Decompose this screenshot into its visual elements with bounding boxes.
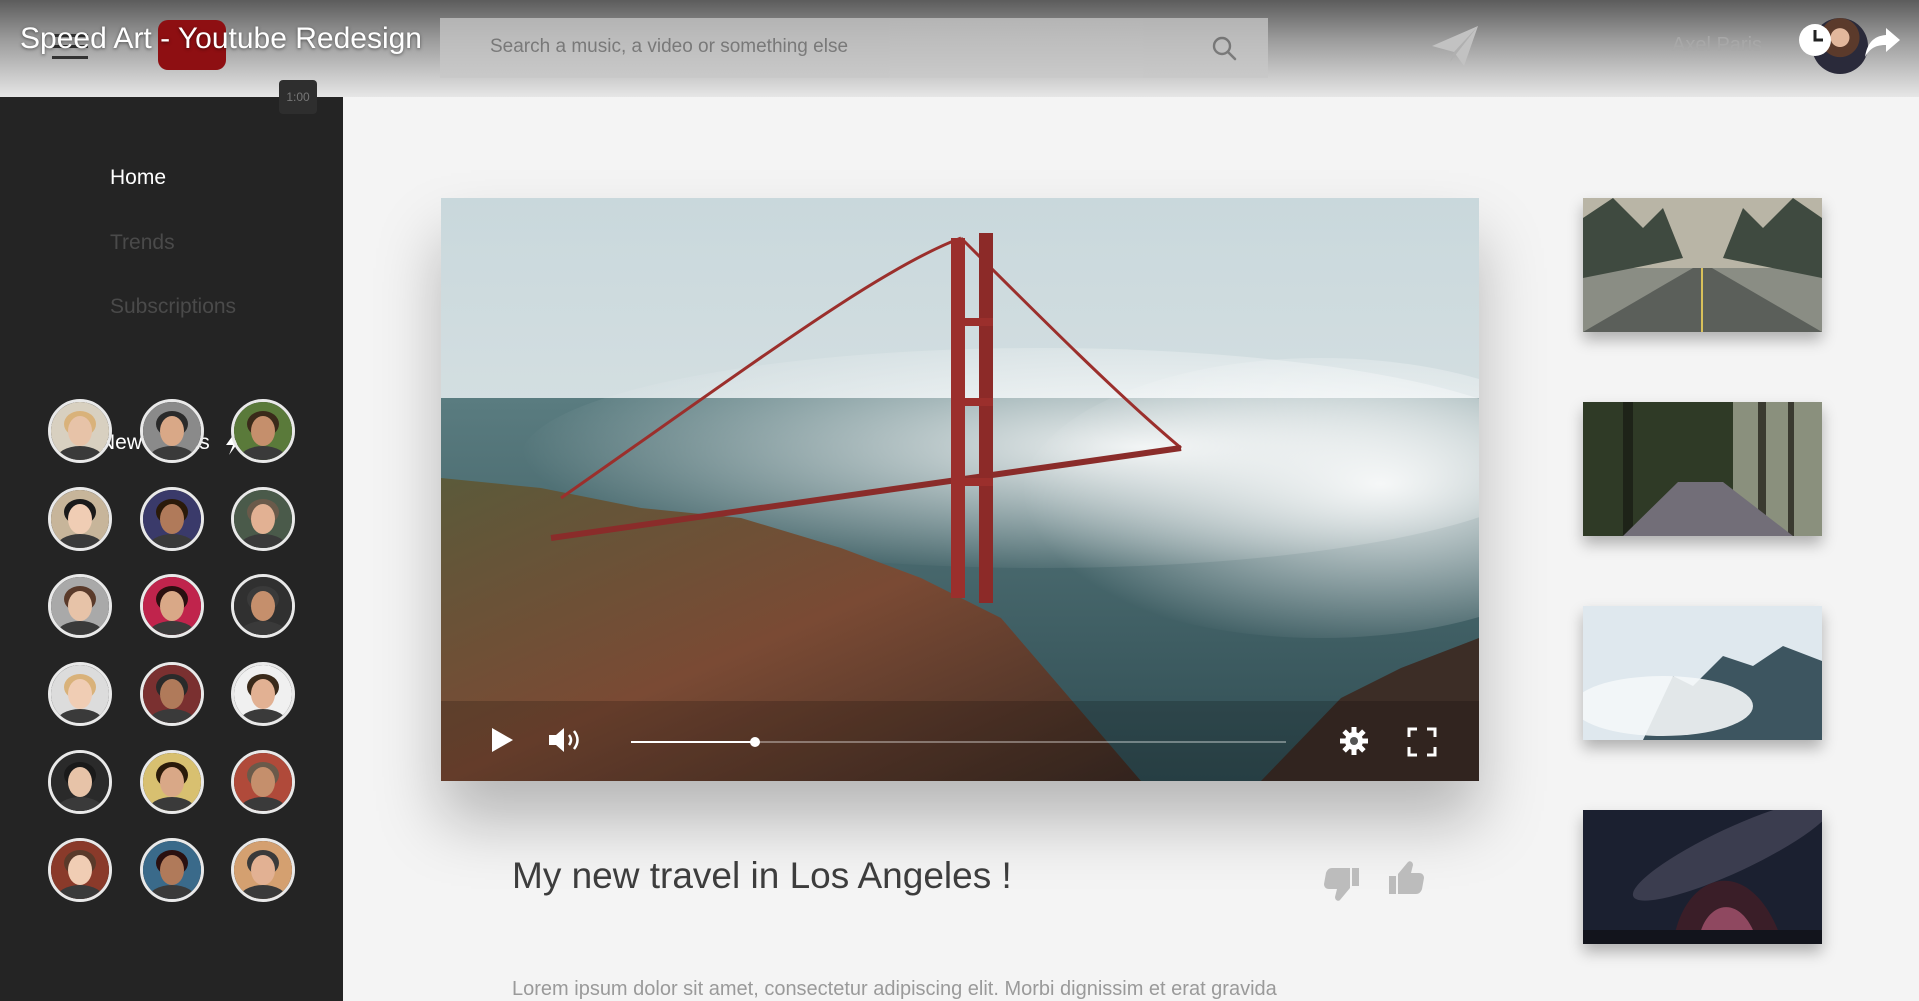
video-description: Lorem ipsum dolor sit amet, consectetur …	[512, 978, 1277, 1000]
talent-avatar[interactable]	[231, 487, 295, 551]
talent-avatar[interactable]	[231, 750, 295, 814]
thumbs-down-icon[interactable]	[1322, 864, 1362, 904]
share-icon[interactable]	[1862, 24, 1902, 60]
talent-avatar[interactable]	[140, 487, 204, 551]
sidebar-item-home[interactable]: Home	[110, 166, 166, 190]
sidebar-item-subscriptions[interactable]: Subscriptions	[110, 295, 236, 319]
talent-avatar[interactable]	[140, 574, 204, 638]
video-title[interactable]: Speed Art - Youtube Redesign	[20, 22, 422, 56]
sidebar: Home Trends Subscriptions New talents	[0, 97, 343, 1001]
progress-fill	[631, 741, 756, 743]
talent-avatar[interactable]	[140, 399, 204, 463]
progress-bar[interactable]	[631, 737, 1286, 747]
talent-avatar[interactable]	[140, 750, 204, 814]
suggested-video-misty-forest[interactable]	[1583, 606, 1822, 740]
play-icon[interactable]	[489, 726, 515, 754]
talent-avatar[interactable]	[140, 662, 204, 726]
player-controls	[441, 701, 1479, 781]
thumbs-up-icon[interactable]	[1386, 858, 1426, 898]
progress-handle[interactable]	[750, 737, 761, 747]
talent-avatar[interactable]	[48, 750, 112, 814]
suggested-video-forest[interactable]	[1583, 402, 1822, 536]
talent-avatar[interactable]	[231, 574, 295, 638]
talent-avatar[interactable]	[231, 662, 295, 726]
search-icon[interactable]	[1210, 34, 1238, 62]
search-bar	[440, 18, 1268, 78]
suggested-video-night-sky[interactable]	[1583, 810, 1822, 944]
user-name[interactable]: Axel Paris	[1672, 34, 1762, 57]
clock-icon[interactable]	[1797, 22, 1833, 58]
video-frame	[441, 198, 1479, 781]
talent-avatar[interactable]	[140, 838, 204, 902]
video-player[interactable]	[441, 198, 1479, 781]
talent-avatar[interactable]	[231, 838, 295, 902]
suggested-video-road[interactable]	[1583, 198, 1822, 332]
fullscreen-icon[interactable]	[1407, 727, 1437, 757]
volume-icon[interactable]	[547, 725, 585, 755]
sidebar-item-trends[interactable]: Trends	[110, 231, 175, 255]
settings-icon[interactable]	[1339, 726, 1369, 756]
send-icon[interactable]	[1430, 22, 1480, 70]
talent-avatar[interactable]	[48, 399, 112, 463]
talent-avatar[interactable]	[231, 399, 295, 463]
talent-avatar[interactable]	[48, 487, 112, 551]
talent-avatar[interactable]	[48, 574, 112, 638]
duration-badge: 1:00	[279, 80, 317, 114]
video-main-title: My new travel in Los Angeles !	[512, 855, 1012, 896]
talent-avatar[interactable]	[48, 838, 112, 902]
search-input[interactable]	[490, 36, 1170, 58]
talent-avatar[interactable]	[48, 662, 112, 726]
